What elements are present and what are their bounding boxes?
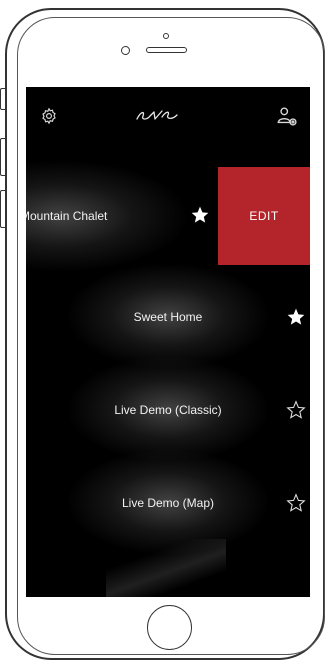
home-label: Mountain Chalet <box>26 209 108 223</box>
home-row-mountain-chalet[interactable]: Mountain Chalet EDIT <box>26 161 310 271</box>
home-label: Sweet Home <box>133 310 203 324</box>
home-label: Live Demo (Map) <box>121 496 215 510</box>
home-row-live-demo-classic[interactable]: Live Demo (Classic) <box>26 357 310 461</box>
app-screen: Mountain Chalet EDIT Sweet Home Live Dem… <box>26 87 310 597</box>
gear-icon[interactable] <box>40 107 58 125</box>
star-outline-icon[interactable] <box>286 400 306 420</box>
camera <box>163 33 169 39</box>
star-filled-icon[interactable] <box>190 205 210 225</box>
home-row-sweet-home[interactable]: Sweet Home <box>26 264 310 368</box>
volume-down-button <box>0 190 5 228</box>
background-streak <box>106 539 226 597</box>
star-filled-icon[interactable] <box>286 307 306 327</box>
eve-logo <box>136 110 178 120</box>
mute-switch <box>0 88 5 110</box>
front-sensor <box>121 46 130 55</box>
home-label: Live Demo (Classic) <box>114 403 222 417</box>
home-row-live-demo-map[interactable]: Live Demo (Map) <box>26 450 310 554</box>
home-button[interactable] <box>147 605 192 650</box>
app-header <box>26 87 310 145</box>
edit-button[interactable]: EDIT <box>218 167 310 265</box>
speaker-grille <box>146 47 187 53</box>
star-outline-icon[interactable] <box>286 493 306 513</box>
volume-up-button <box>0 138 5 176</box>
user-settings-icon[interactable] <box>276 105 298 127</box>
